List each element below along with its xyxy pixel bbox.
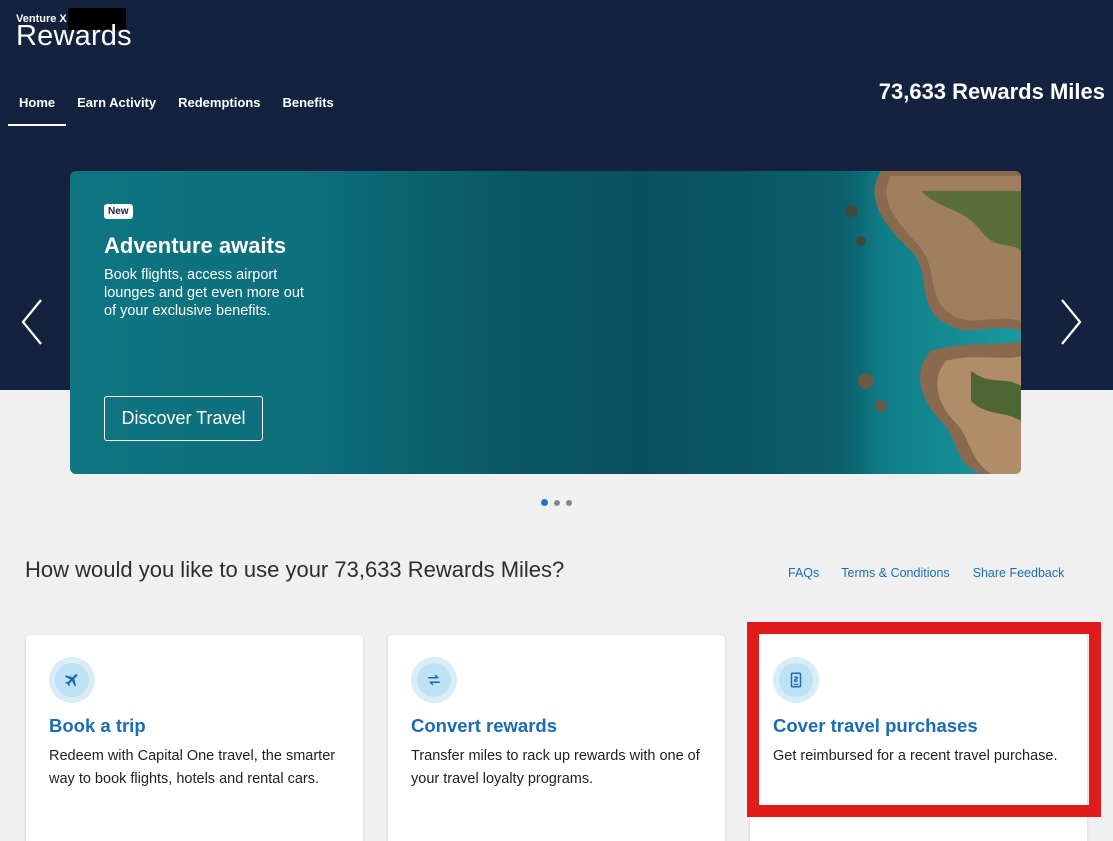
discover-travel-button[interactable]: Discover Travel [104, 396, 263, 441]
promo-banner: New Adventure awaits Book flights, acces… [70, 171, 1021, 474]
coastline-image [821, 171, 1021, 474]
tab-earn-activity[interactable]: Earn Activity [66, 86, 167, 126]
card-icon-circle [773, 657, 819, 703]
swap-arrows-icon [428, 674, 440, 686]
carousel-dot-2[interactable] [554, 499, 560, 506]
carousel-dot-3[interactable] [566, 499, 572, 506]
card-description: Get reimbursed for a recent travel purch… [773, 748, 1058, 764]
card-description: Transfer miles to rack up rewards with o… [411, 748, 700, 787]
card-title: Convert rewards [411, 715, 557, 736]
card-icon-circle [411, 657, 457, 703]
tab-redemptions[interactable]: Redemptions [167, 86, 271, 126]
carousel-dots [541, 499, 572, 506]
banner-title: Adventure awaits [104, 233, 287, 258]
airplane-icon [64, 674, 78, 687]
terms-link[interactable]: Terms & Conditions [841, 566, 949, 580]
redeem-question-heading: How would you like to use your 73,633 Re… [25, 557, 565, 582]
chevron-right-icon [1061, 299, 1082, 345]
new-badge: New [104, 204, 133, 219]
carousel-next-button[interactable] [1056, 298, 1086, 346]
banner-text: Book flights, access airport lounges and… [104, 267, 304, 319]
chevron-left-icon [21, 299, 42, 345]
miles-balance: 73,633 Rewards Miles [878, 79, 1105, 104]
faqs-link[interactable]: FAQs [788, 566, 819, 580]
card-icon-circle [49, 657, 95, 703]
tab-home[interactable]: Home [8, 86, 67, 126]
convert-rewards-card[interactable]: Convert rewards Transfer miles to rack u… [388, 635, 725, 841]
receipt-icon [790, 672, 802, 688]
cover-travel-purchases-card[interactable]: Cover travel purchases Get reimbursed fo… [750, 635, 1087, 841]
share-feedback-link[interactable]: Share Feedback [973, 566, 1065, 580]
carousel-prev-button[interactable] [17, 298, 47, 346]
nav-tabs: Home Earn Activity Redemptions Benefits [8, 86, 345, 126]
book-trip-card[interactable]: Book a trip Redeem with Capital One trav… [26, 635, 363, 841]
help-links: FAQs Terms & Conditions Share Feedback [788, 566, 1064, 580]
tab-benefits[interactable]: Benefits [271, 86, 344, 126]
carousel-dot-1[interactable] [541, 499, 548, 506]
card-title: Book a trip [49, 715, 146, 736]
card-description: Redeem with Capital One travel, the smar… [49, 748, 336, 787]
card-title: Cover travel purchases [773, 715, 978, 736]
page-title: Rewards [16, 20, 132, 52]
